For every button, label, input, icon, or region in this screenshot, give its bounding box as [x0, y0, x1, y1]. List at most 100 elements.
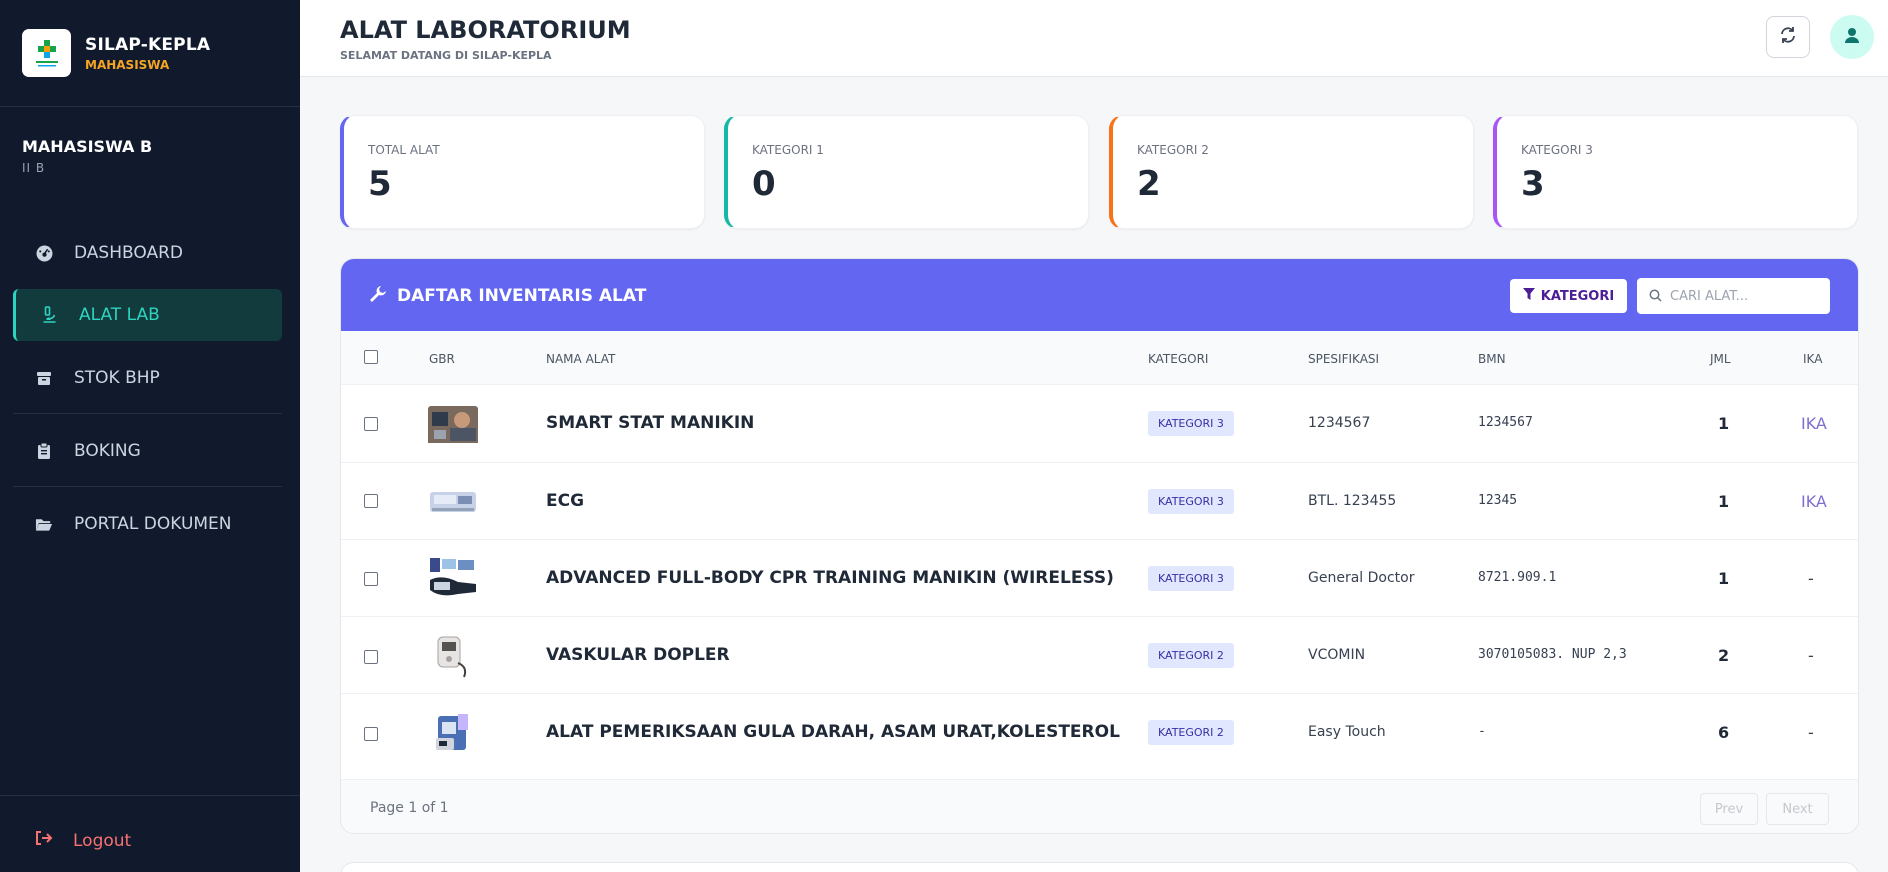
column-header-kategori: KATEGORI — [1148, 352, 1209, 366]
nav-stok-bhp[interactable]: STOK BHP — [13, 352, 282, 404]
column-header-nama-alat: NAMA ALAT — [546, 352, 616, 366]
table-row: ALAT PEMERIKSAAN GULA DARAH, ASAM URAT,K… — [341, 694, 1858, 779]
item-quantity: 1 — [1718, 569, 1730, 588]
item-thumbnail — [428, 710, 478, 756]
item-ika-link[interactable]: IKA — [1801, 414, 1827, 433]
item-bmn: 12345 — [1478, 493, 1518, 508]
user-avatar[interactable] — [1830, 15, 1874, 59]
item-ika-value: - — [1808, 646, 1814, 665]
inventory-panel: DAFTAR INVENTARIS ALAT KATEGORI GBR NAMA… — [340, 258, 1859, 834]
stat-label: KATEGORI 2 — [1137, 143, 1209, 157]
search-icon — [1649, 287, 1662, 306]
item-thumbnail — [428, 633, 478, 679]
stat-card-kategori-2: KATEGORI 2 2 — [1109, 115, 1474, 229]
brand-title: SILAP-KEPLA — [85, 34, 211, 55]
nav-portal-dokumen[interactable]: PORTAL DOKUMEN — [13, 498, 282, 550]
next-panel-edge — [340, 862, 1859, 872]
logout-label: Logout — [73, 830, 132, 851]
dashboard-icon — [35, 244, 53, 262]
stat-value: 5 — [368, 164, 392, 204]
logout-button[interactable]: Logout — [35, 830, 131, 851]
column-header-bmn: BMN — [1478, 352, 1506, 366]
row-checkbox[interactable] — [364, 494, 378, 508]
table-row: ADVANCED FULL-BODY CPR TRAINING MANIKIN … — [341, 540, 1858, 617]
stat-label: KATEGORI 1 — [752, 143, 824, 157]
nav-boking[interactable]: BOKING — [13, 425, 282, 477]
column-header-ika: IKA — [1803, 352, 1823, 366]
sidebar: SILAP-KEPLA MAHASISWA MAHASISWA B II B D… — [0, 0, 300, 872]
stat-card-total-alat: TOTAL ALAT 5 — [340, 115, 705, 229]
folder-open-icon — [35, 515, 53, 533]
nav-alat-lab[interactable]: ALAT LAB — [13, 289, 282, 341]
clipboard-icon — [35, 442, 53, 460]
wrench-icon — [369, 285, 387, 307]
logout-icon — [35, 830, 53, 851]
item-quantity: 6 — [1718, 723, 1730, 742]
row-checkbox[interactable] — [364, 572, 378, 586]
stat-label: KATEGORI 3 — [1521, 143, 1593, 157]
divider — [13, 486, 282, 487]
user-info: MAHASISWA B II B — [22, 137, 152, 175]
user-name: MAHASISWA B — [22, 137, 153, 156]
category-filter-button[interactable]: KATEGORI — [1510, 279, 1627, 313]
item-bmn: 1234567 — [1478, 415, 1533, 430]
next-button[interactable]: Next — [1766, 793, 1829, 825]
category-badge: KATEGORI 3 — [1148, 566, 1234, 591]
category-badge: KATEGORI 3 — [1148, 411, 1234, 436]
nav-label: STOK BHP — [74, 368, 160, 388]
item-name: ECG — [546, 491, 585, 511]
table-row: VASKULAR DOPLER KATEGORI 2 VCOMIN 307010… — [341, 617, 1858, 694]
table-header: GBR NAMA ALAT KATEGORI SPESIFIKASI BMN J… — [341, 331, 1858, 385]
brand: SILAP-KEPLA MAHASISWA — [22, 29, 210, 77]
prev-button[interactable]: Prev — [1700, 793, 1758, 825]
stat-card-kategori-1: KATEGORI 1 0 — [724, 115, 1089, 229]
category-filter-label: KATEGORI — [1540, 288, 1615, 304]
select-all-checkbox[interactable] — [364, 350, 378, 364]
panel-title: DAFTAR INVENTARIS ALAT — [397, 286, 647, 306]
row-checkbox[interactable] — [364, 727, 378, 741]
nav-label: ALAT LAB — [79, 305, 160, 325]
stat-value: 2 — [1137, 164, 1161, 204]
stat-label: TOTAL ALAT — [368, 143, 440, 157]
category-badge: KATEGORI 2 — [1148, 643, 1234, 668]
nav-dashboard[interactable]: DASHBOARD — [13, 227, 282, 279]
refresh-button[interactable] — [1766, 16, 1810, 58]
item-quantity: 1 — [1718, 492, 1730, 511]
item-name: SMART STAT MANIKIN — [546, 413, 755, 433]
item-bmn: 8721.909.1 — [1478, 570, 1557, 585]
nav-label: BOKING — [74, 441, 141, 461]
table-row: SMART STAT MANIKIN KATEGORI 3 1234567 12… — [341, 385, 1858, 463]
item-name: ALAT PEMERIKSAAN GULA DARAH, ASAM URAT,K… — [546, 722, 1120, 742]
table-footer: Page 1 of 1 Prev Next — [341, 779, 1858, 833]
item-quantity: 1 — [1718, 414, 1730, 433]
page-title: ALAT LABORATORIUM — [340, 16, 631, 44]
item-spec: BTL. 123455 — [1308, 493, 1397, 509]
item-ika-link[interactable]: IKA — [1801, 492, 1827, 511]
item-spec: 1234567 — [1308, 415, 1371, 431]
column-header-spesifikasi: SPESIFIKASI — [1308, 352, 1380, 366]
row-checkbox[interactable] — [364, 417, 378, 431]
item-bmn: 3070105083. NUP 2,3 — [1478, 647, 1627, 662]
top-header: ALAT LABORATORIUM SELAMAT DATANG DI SILA… — [300, 0, 1888, 77]
category-badge: KATEGORI 3 — [1148, 489, 1234, 514]
page-subtitle: SELAMAT DATANG DI SILAP-KEPLA — [340, 49, 552, 62]
refresh-icon — [1779, 26, 1797, 48]
item-quantity: 2 — [1718, 646, 1730, 665]
divider — [13, 413, 282, 414]
item-ika-value: - — [1808, 569, 1814, 588]
search-input[interactable] — [1670, 288, 1810, 304]
page-info: Page 1 of 1 — [370, 800, 449, 816]
row-checkbox[interactable] — [364, 650, 378, 664]
brand-subtitle: MAHASISWA — [85, 57, 170, 72]
nav-label: DASHBOARD — [74, 243, 183, 263]
nav-label: PORTAL DOKUMEN — [74, 514, 232, 534]
box-icon — [35, 369, 53, 387]
stat-value: 3 — [1521, 164, 1545, 204]
divider — [0, 106, 300, 107]
item-spec: VCOMIN — [1308, 647, 1366, 663]
microscope-icon — [40, 306, 58, 324]
stat-card-kategori-3: KATEGORI 3 3 — [1493, 115, 1858, 229]
item-thumbnail — [428, 406, 478, 446]
table-row: ECG KATEGORI 3 BTL. 123455 12345 1 IKA — [341, 463, 1858, 540]
column-header-gbr: GBR — [429, 352, 455, 366]
